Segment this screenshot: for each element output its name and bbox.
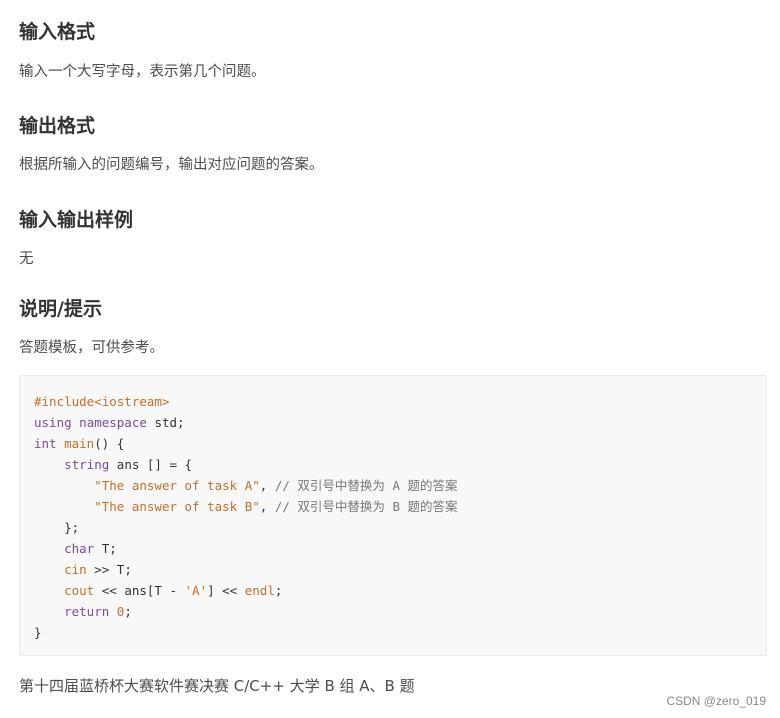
- code-line: cin >> T;: [34, 559, 458, 580]
- code-comment: // 双引号中替换为 B 题的答案: [274, 499, 458, 514]
- code-content[interactable]: #include<iostream> using namespace std; in…: [34, 391, 458, 643]
- code-function: main: [64, 436, 95, 451]
- code-text: };: [34, 520, 80, 535]
- code-line: #include<iostream>: [34, 391, 458, 412]
- csdn-watermark: CSDN @zero_019: [666, 694, 766, 708]
- code-string: "The answer of task A": [94, 478, 260, 493]
- code-line: using namespace std;: [34, 412, 458, 433]
- code-line: cout << ans[T - 'A'] << endl;: [34, 580, 458, 601]
- code-keyword: namespace: [79, 415, 147, 430]
- code-text: T;: [94, 541, 117, 556]
- code-text: ,: [259, 499, 275, 514]
- code-line: "The answer of task A", // 双引号中替换为 A 题的答…: [34, 475, 458, 496]
- section-text-hints: 答题模板，可供参考。: [19, 340, 164, 356]
- code-block[interactable]: #include<iostream> using namespace std; in…: [19, 375, 767, 656]
- code-text: ;: [274, 583, 283, 598]
- section-text-io-samples: 无: [19, 251, 34, 267]
- code-type: char: [64, 541, 95, 556]
- section-heading-input-format: 输入格式: [19, 21, 96, 43]
- code-text: std;: [154, 415, 185, 430]
- code-keyword: return: [64, 604, 110, 619]
- code-text: () {: [94, 436, 125, 451]
- code-line: char T;: [34, 538, 458, 559]
- code-comment: // 双引号中替换为 A 题的答案: [274, 478, 458, 493]
- code-string: 'A': [184, 583, 208, 598]
- code-text: >> T;: [86, 562, 132, 577]
- code-line: return 0;: [34, 601, 458, 622]
- code-function: endl: [244, 583, 275, 598]
- section-text-output-format: 根据所输入的问题编号，输出对应问题的答案。: [19, 157, 324, 173]
- code-line: int main() {: [34, 433, 458, 454]
- section-heading-io-samples: 输入输出样例: [19, 209, 134, 231]
- code-function: cin: [64, 562, 87, 577]
- section-heading-output-format: 输出格式: [19, 115, 96, 137]
- code-text: ,: [259, 478, 275, 493]
- code-type: string: [64, 457, 110, 472]
- code-line: };: [34, 517, 458, 538]
- code-text: ans [] = {: [109, 457, 193, 472]
- section-text-input-format: 输入一个大写字母，表示第几个问题。: [19, 64, 266, 80]
- code-text: ;: [124, 604, 132, 619]
- code-preprocessor: #include<iostream>: [34, 394, 170, 409]
- code-function: cout: [64, 583, 95, 598]
- code-text: ] <<: [207, 583, 245, 598]
- code-line: }: [34, 622, 458, 643]
- code-text: << ans[T -: [94, 583, 185, 598]
- code-keyword: using: [34, 415, 72, 430]
- code-text: }: [34, 625, 42, 640]
- code-line: string ans [] = {: [34, 454, 458, 475]
- code-type: int: [34, 436, 57, 451]
- section-heading-hints: 说明/提示: [19, 298, 102, 320]
- source-note: 第十四届蓝桥杯大赛软件赛决赛 C/C++ 大学 B 组 A、B 题: [19, 677, 415, 695]
- code-line: "The answer of task B", // 双引号中替换为 B 题的答…: [34, 496, 458, 517]
- code-string: "The answer of task B": [94, 499, 260, 514]
